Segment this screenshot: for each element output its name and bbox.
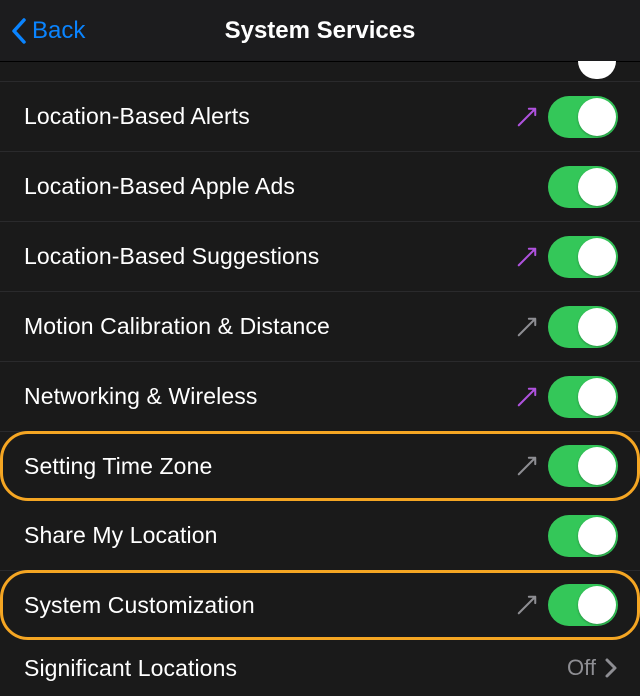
back-label: Back	[32, 17, 85, 45]
row-label: Location-Based Apple Ads	[24, 173, 548, 200]
toggle-knob	[578, 447, 616, 485]
page-title: System Services	[0, 17, 640, 45]
row-label: Location-Based Alerts	[24, 103, 516, 130]
toggle-knob	[578, 586, 616, 624]
toggle-knob	[578, 517, 616, 555]
row-label: Motion Calibration & Distance	[24, 313, 516, 340]
toggle-networking-wireless[interactable]	[548, 376, 618, 418]
location-arrow-icon	[516, 594, 538, 616]
row-label: Setting Time Zone	[24, 453, 516, 480]
row-label: Location-Based Suggestions	[24, 243, 516, 270]
row-motion-calibration-distance[interactable]: Motion Calibration & Distance	[0, 292, 640, 362]
toggle-knob-partial	[578, 61, 616, 79]
chevron-right-icon	[604, 657, 618, 679]
row-label: Significant Locations	[24, 655, 567, 682]
toggle-location-based-suggestions[interactable]	[548, 236, 618, 278]
back-button[interactable]: Back	[0, 17, 85, 45]
toggle-knob	[578, 168, 616, 206]
row-label: System Customization	[24, 592, 516, 619]
toggle-motion-calibration-distance[interactable]	[548, 306, 618, 348]
location-arrow-icon	[516, 455, 538, 477]
row-location-based-suggestions[interactable]: Location-Based Suggestions	[0, 222, 640, 292]
toggle-setting-time-zone[interactable]	[548, 445, 618, 487]
row-share-my-location[interactable]: Share My Location	[0, 501, 640, 571]
row-significant-locations[interactable]: Significant Locations Off	[0, 640, 640, 696]
toggle-location-based-apple-ads[interactable]	[548, 166, 618, 208]
toggle-knob	[578, 238, 616, 276]
chevron-left-icon	[10, 17, 28, 45]
row-label: Networking & Wireless	[24, 383, 516, 410]
row-networking-wireless[interactable]: Networking & Wireless	[0, 362, 640, 432]
toggle-system-customization[interactable]	[548, 584, 618, 626]
location-arrow-icon	[516, 316, 538, 338]
toggle-knob	[578, 308, 616, 346]
location-arrow-icon	[516, 106, 538, 128]
location-arrow-icon	[516, 246, 538, 268]
location-arrow-icon	[516, 386, 538, 408]
row-location-based-alerts[interactable]: Location-Based Alerts	[0, 82, 640, 152]
toggle-share-my-location[interactable]	[548, 515, 618, 557]
row-label: Share My Location	[24, 522, 548, 549]
row-value: Off	[567, 655, 596, 681]
settings-list: Location-Based Alerts Location-Based App…	[0, 62, 640, 696]
toggle-knob	[578, 378, 616, 416]
toggle-knob	[578, 98, 616, 136]
row-setting-time-zone[interactable]: Setting Time Zone	[0, 431, 640, 501]
toggle-location-based-alerts[interactable]	[548, 96, 618, 138]
row-location-based-apple-ads[interactable]: Location-Based Apple Ads	[0, 152, 640, 222]
nav-header: Back System Services	[0, 0, 640, 62]
partial-row-above	[0, 62, 640, 82]
row-system-customization[interactable]: System Customization	[0, 570, 640, 640]
